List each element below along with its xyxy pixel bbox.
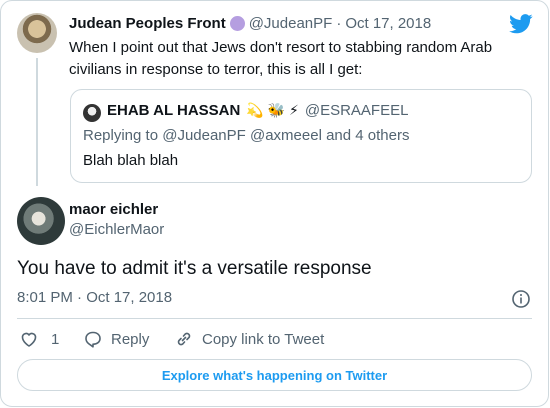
quoted-display-name: EHAB AL HASSAN: [107, 102, 241, 119]
parent-header: Judean Peoples Front @JudeanPF · Oct 17,…: [69, 15, 431, 32]
parent-tweet-text: When I point out that Jews don't resort …: [69, 37, 539, 81]
quoted-tweet[interactable]: EHAB AL HASSAN 💫 🐝 ⚡ @ESRAAFEEL Replying…: [70, 89, 532, 183]
like-button[interactable]: 1: [19, 329, 59, 349]
twitter-bird-icon[interactable]: [509, 14, 533, 34]
replying-to: Replying to @JudeanPF @axmeeel and 4 oth…: [83, 127, 410, 144]
explore-twitter-button[interactable]: Explore what's happening on Twitter: [17, 359, 532, 391]
timestamp[interactable]: 8:01 PM · Oct 17, 2018: [17, 289, 172, 306]
parent-display-name[interactable]: Judean Peoples Front: [69, 15, 226, 32]
quoted-handle: @ESRAAFEEL: [304, 102, 409, 119]
parent-text-line-1: When I point out that Jews don't resort …: [69, 39, 493, 56]
reply-icon: [83, 329, 103, 349]
reply-button[interactable]: Reply: [83, 329, 149, 349]
heart-icon: [19, 329, 39, 349]
parent-date[interactable]: Oct 17, 2018: [345, 15, 431, 32]
parent-text-line-2: civilians in response to terror, this is…: [69, 61, 363, 78]
link-icon: [174, 329, 194, 349]
quoted-text: Blah blah blah: [83, 152, 179, 169]
quoted-header: EHAB AL HASSAN 💫 🐝 ⚡ @ESRAAFEEL: [107, 102, 408, 119]
main-tweet-text: You have to admit it's a versatile respo…: [17, 258, 372, 279]
divider: [17, 318, 532, 319]
copy-link-label: Copy link to Tweet: [202, 330, 325, 348]
separator: ·: [336, 15, 342, 32]
main-handle[interactable]: @EichlerMaor: [69, 221, 164, 238]
parent-handle[interactable]: @JudeanPF: [249, 15, 333, 32]
avatar[interactable]: [17, 13, 57, 53]
avatar: [83, 104, 101, 122]
main-display-name[interactable]: maor eichler: [69, 201, 158, 218]
info-icon[interactable]: [511, 289, 531, 309]
purple-circle-badge-icon: [229, 16, 245, 31]
like-count: 1: [51, 330, 60, 348]
name-emojis: 💫 🐝 ⚡: [246, 102, 299, 118]
reply-label: Reply: [111, 330, 150, 348]
thread-line: [36, 58, 38, 186]
copy-link-button[interactable]: Copy link to Tweet: [174, 329, 324, 349]
avatar[interactable]: [17, 197, 65, 245]
